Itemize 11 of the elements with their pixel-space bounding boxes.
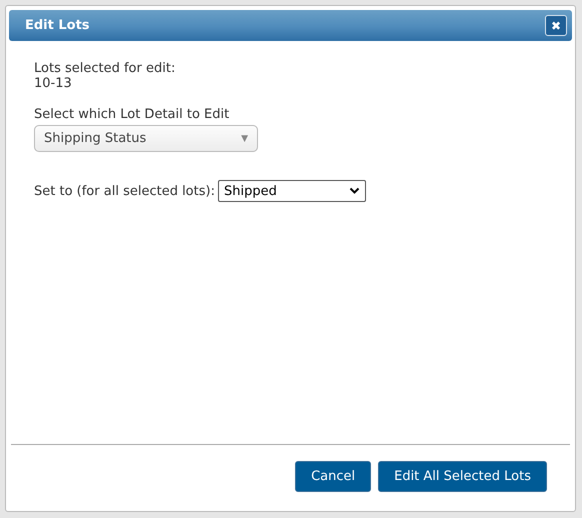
detail-dropdown[interactable]: Shipping Status ▼ xyxy=(34,125,258,152)
set-to-label: Set to (for all selected lots): xyxy=(34,184,215,198)
dialog-button[interactable]: Cancel xyxy=(295,460,372,492)
dialog-title: Edit Lots xyxy=(25,18,90,33)
dialog-button[interactable]: Edit All Selected Lots xyxy=(378,460,547,492)
chevron-down-icon xyxy=(348,187,360,195)
lots-value: 10-13 xyxy=(34,76,73,91)
close-button[interactable]: ✖ xyxy=(545,15,567,36)
lots-label: Lots selected for edit: xyxy=(34,61,176,76)
detail-label: Select which Lot Detail to Edit xyxy=(34,107,230,122)
status-dropdown[interactable]: Shipped xyxy=(218,180,366,202)
